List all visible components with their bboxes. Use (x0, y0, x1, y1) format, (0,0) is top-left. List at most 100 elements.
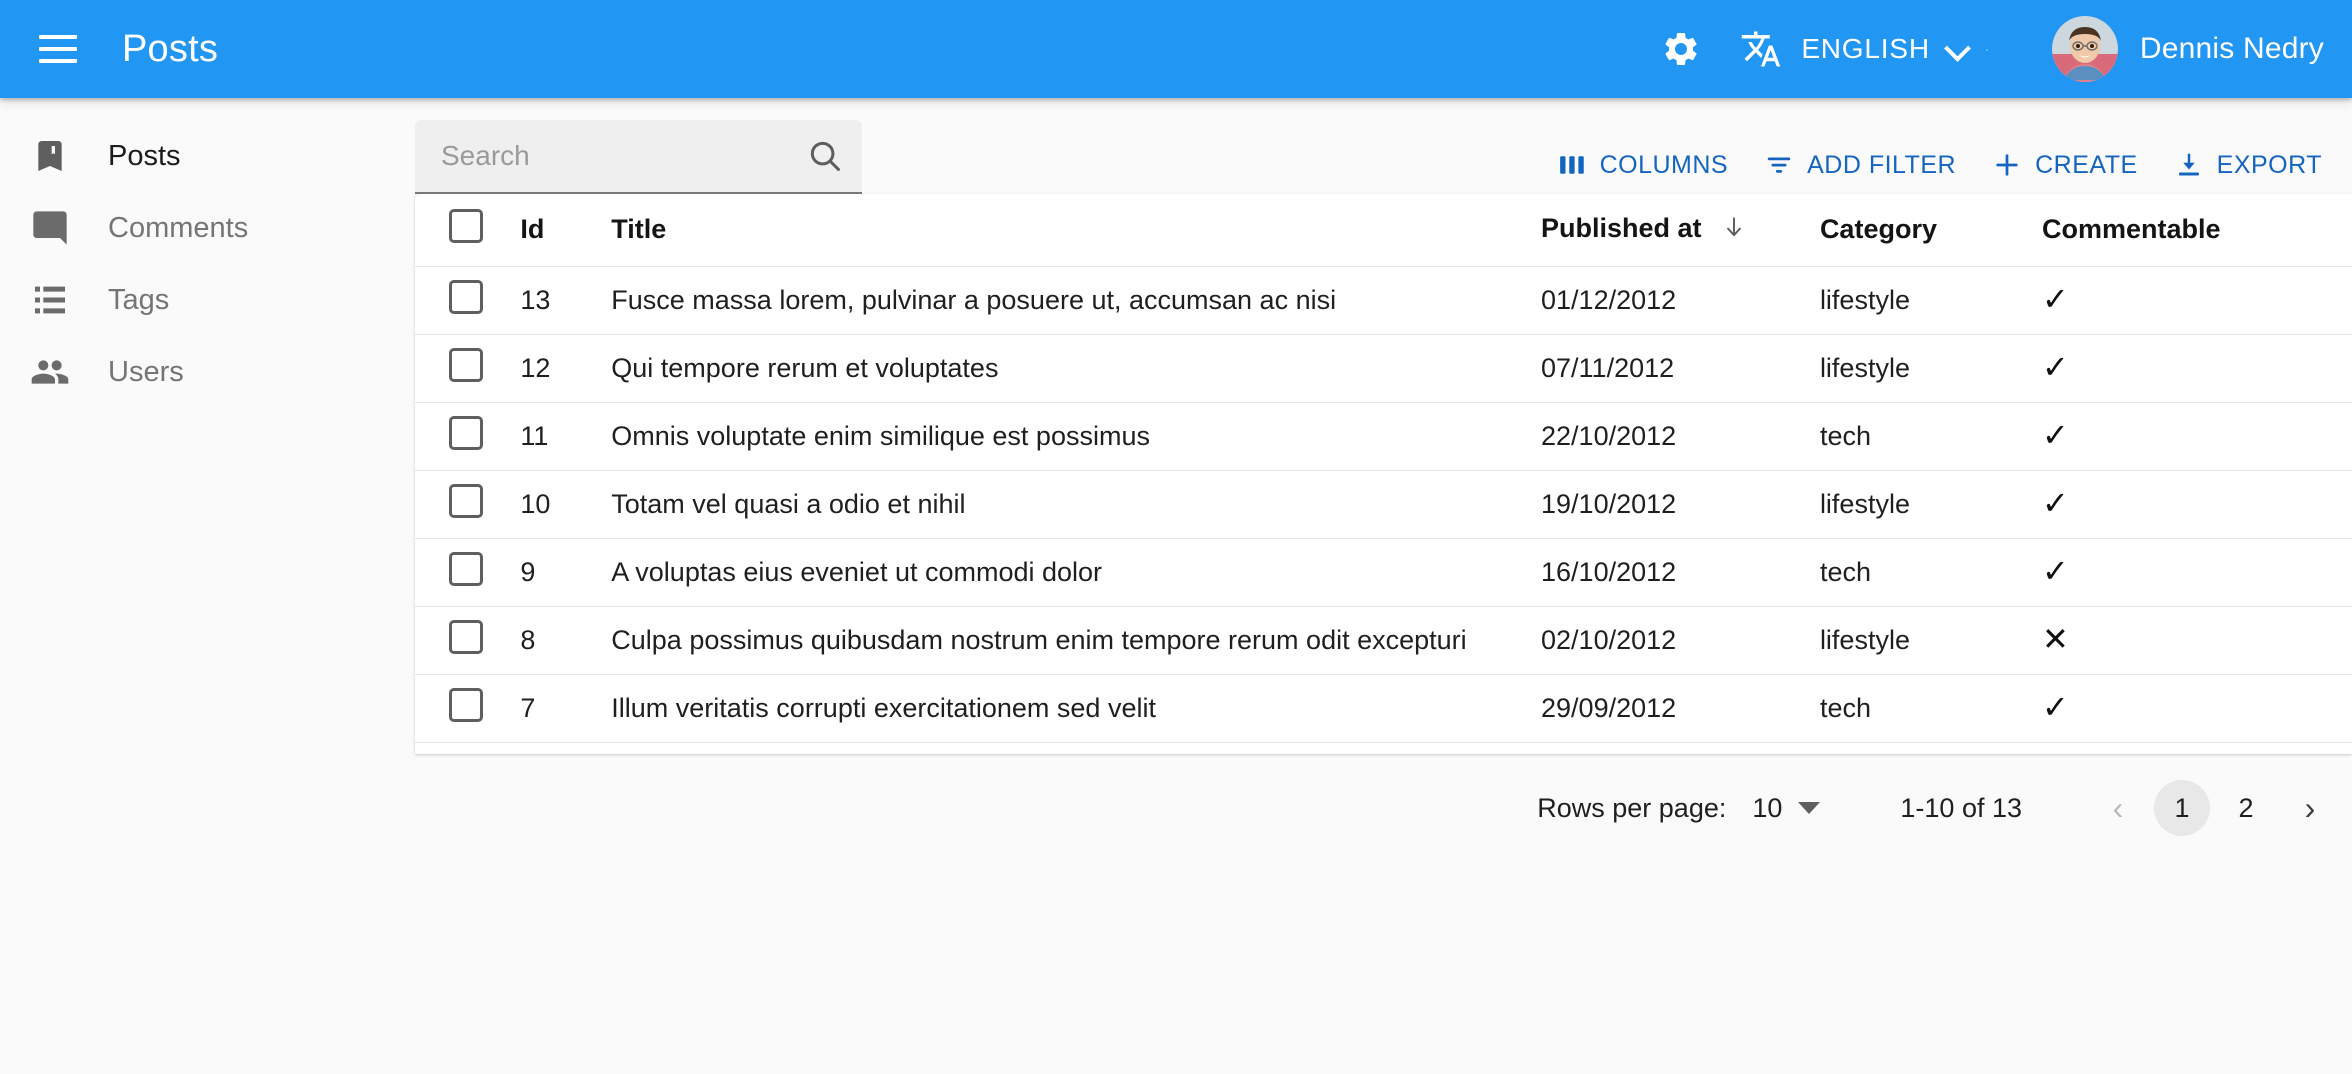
header-id[interactable]: Id (520, 194, 611, 266)
cell-commentable: ✓ (2042, 470, 2352, 538)
cell-id: 7 (520, 674, 611, 742)
user-name: Dennis Nedry (2140, 32, 2324, 66)
cell-title: Totam vel quasi a odio et nihil (611, 470, 1541, 538)
arrow-down-icon (1721, 214, 1747, 247)
sidebar: Posts Comments Tags Users (0, 98, 415, 1074)
pager: ‹ 1 2 › (2090, 780, 2338, 836)
hamburger-menu-icon[interactable] (22, 13, 94, 85)
people-icon-svg (30, 352, 70, 392)
avatar (2052, 16, 2118, 82)
download-icon (2174, 150, 2204, 180)
table-header-row: Id Title Published at Category Commentab… (415, 194, 2352, 266)
language-selector[interactable]: ENGLISH (1723, 15, 1984, 83)
comment-icon-svg (30, 208, 70, 248)
cell-title: Culpa possimus quibusdam nostrum enim te… (611, 606, 1541, 674)
row-select-cell (415, 402, 520, 470)
sidebar-item-label: Tags (108, 284, 169, 317)
table-row[interactable]: 7Illum veritatis corrupti exercitationem… (415, 674, 2352, 742)
posts-table: Id Title Published at Category Commentab… (415, 194, 2352, 754)
row-checkbox[interactable] (449, 620, 483, 654)
cell-title: Minima ea vero omnis odit officiis aut (611, 742, 1541, 754)
row-checkbox[interactable] (449, 348, 483, 382)
cell-category: tech (1820, 742, 2042, 754)
pagination-range: 1-10 of 13 (1900, 793, 2022, 824)
cell-category: lifestyle (1820, 334, 2042, 402)
search-icon-svg (806, 137, 844, 175)
table-row[interactable]: 12Qui tempore rerum et voluptates07/11/2… (415, 334, 2352, 402)
user-menu[interactable]: Dennis Nedry (2052, 16, 2324, 82)
toolbar: COLUMNS ADD FILTER (415, 98, 2352, 194)
table-row[interactable]: 13Fusce massa lorem, pulvinar a posuere … (415, 266, 2352, 334)
row-checkbox[interactable] (449, 280, 483, 314)
chevron-right-icon[interactable]: › (2282, 780, 2338, 836)
chevron-left-icon[interactable]: ‹ (2090, 780, 2146, 836)
add-filter-label: ADD FILTER (1807, 151, 1956, 180)
table-head: Id Title Published at Category Commentab… (415, 194, 2352, 266)
row-checkbox[interactable] (449, 688, 483, 722)
row-checkbox[interactable] (449, 552, 483, 586)
export-button[interactable]: EXPORT (2156, 140, 2340, 190)
add-filter-button[interactable]: ADD FILTER (1746, 140, 1974, 190)
header-commentable[interactable]: Commentable (2042, 194, 2352, 266)
row-select-cell (415, 742, 520, 754)
book-icon-svg (30, 136, 70, 176)
translate-icon-svg (1740, 28, 1782, 70)
rows-per-page-select[interactable]: 10 (1752, 793, 1820, 824)
create-button[interactable]: CREATE (1974, 140, 2156, 190)
cell-title: Illum veritatis corrupti exercitationem … (611, 674, 1541, 742)
book-icon (30, 132, 90, 180)
rows-per-page-value: 10 (1752, 793, 1782, 824)
sidebar-item-tags[interactable]: Tags (0, 264, 415, 336)
filter-icon (1764, 150, 1794, 180)
commentable-mark: ✓ (2042, 553, 2069, 589)
app-bar: Posts ENGLISH · (0, 0, 2352, 98)
cell-id: 8 (520, 606, 611, 674)
translate-icon (1737, 25, 1785, 73)
search-field[interactable] (415, 120, 862, 194)
table-row[interactable]: 10Totam vel quasi a odio et nihil19/10/2… (415, 470, 2352, 538)
cell-commentable: ✓ (2042, 334, 2352, 402)
table-body: 13Fusce massa lorem, pulvinar a posuere … (415, 266, 2352, 754)
cell-commentable: ✕ (2042, 606, 2352, 674)
columns-label: COLUMNS (1600, 151, 1729, 180)
sidebar-item-label: Users (108, 356, 184, 389)
table-row[interactable]: 6Minima ea vero omnis odit officiis aut0… (415, 742, 2352, 754)
row-select-cell (415, 334, 520, 402)
comment-icon (30, 204, 90, 252)
search-icon[interactable] (806, 137, 844, 175)
cell-commentable (2042, 742, 2352, 754)
cell-published-at: 19/10/2012 (1541, 470, 1820, 538)
page-button-1[interactable]: 1 (2154, 780, 2210, 836)
create-label: CREATE (2035, 151, 2138, 180)
sidebar-item-users[interactable]: Users (0, 336, 415, 408)
columns-button[interactable]: COLUMNS (1539, 140, 1747, 190)
page-button-2[interactable]: 2 (2218, 780, 2274, 836)
commentable-mark: ✕ (2042, 621, 2069, 657)
header-title[interactable]: Title (611, 194, 1541, 266)
list-icon (30, 276, 90, 324)
sidebar-item-posts[interactable]: Posts (0, 120, 415, 192)
download-icon-svg (2174, 150, 2204, 180)
row-select-cell (415, 538, 520, 606)
main-content: COLUMNS ADD FILTER (415, 98, 2352, 1074)
row-select-cell (415, 606, 520, 674)
select-all-checkbox[interactable] (449, 209, 483, 243)
sidebar-item-comments[interactable]: Comments (0, 192, 415, 264)
cell-commentable: ✓ (2042, 402, 2352, 470)
cell-id: 13 (520, 266, 611, 334)
plus-icon-svg (1992, 150, 2022, 180)
header-category[interactable]: Category (1820, 194, 2042, 266)
cell-published-at: 01/12/2012 (1541, 266, 1820, 334)
table-row[interactable]: 9A voluptas eius eveniet ut commodi dolo… (415, 538, 2352, 606)
row-checkbox[interactable] (449, 416, 483, 450)
gear-icon[interactable] (1651, 19, 1711, 79)
chevron-down-icon (1798, 802, 1820, 814)
cell-id: 6 (520, 742, 611, 754)
table-row[interactable]: 8Culpa possimus quibusdam nostrum enim t… (415, 606, 2352, 674)
search-input[interactable] (437, 140, 806, 172)
cell-title: Fusce massa lorem, pulvinar a posuere ut… (611, 266, 1541, 334)
table-row[interactable]: 11Omnis voluptate enim similique est pos… (415, 402, 2352, 470)
header-published-at[interactable]: Published at (1541, 194, 1820, 266)
row-checkbox[interactable] (449, 484, 483, 518)
cell-category: lifestyle (1820, 606, 2042, 674)
